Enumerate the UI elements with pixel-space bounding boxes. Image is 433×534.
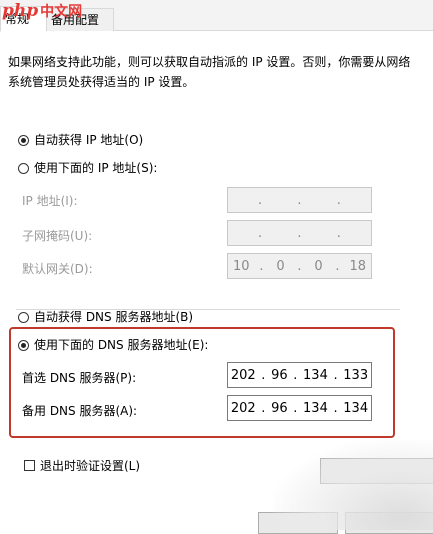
alternate-dns-field[interactable]: 202. 96. 134. 134 <box>227 395 372 421</box>
logo-site-name: 中文网 <box>40 4 83 20</box>
ip-manual-radio[interactable] <box>18 163 29 174</box>
alternate-octet-1: 202 <box>230 400 256 416</box>
site-logo: php 中文网 <box>2 0 82 22</box>
preferred-dns-label: 首选 DNS 服务器(P): <box>22 371 137 385</box>
dns-manual-radio[interactable] <box>18 340 29 351</box>
gateway-field[interactable]: 10. 0. 0. 18 <box>227 253 372 279</box>
logo-mark: php <box>2 1 39 21</box>
alternate-octet-3: 134 <box>303 400 328 416</box>
preferred-octet-1: 202 <box>230 367 256 383</box>
subnet-mask-label: 子网掩码(U): <box>22 229 93 243</box>
description-text: 如果网络支持此功能，则可以获取自动指派的 IP 设置。否则，你需要从网络系统管理… <box>8 55 411 89</box>
ip-address-label: IP 地址(I): <box>22 194 78 208</box>
gateway-octet-2: 0 <box>276 258 285 274</box>
alternate-dns-label: 备用 DNS 服务器(A): <box>22 404 138 418</box>
ip-manual-label[interactable]: 使用下面的 IP 地址(S): <box>34 159 157 176</box>
preferred-octet-3: 134 <box>303 367 328 383</box>
gateway-octet-3: 0 <box>314 258 323 274</box>
dns-manual-label[interactable]: 使用下面的 DNS 服务器地址(E): <box>34 336 208 353</box>
preferred-octet-4: 133 <box>343 367 369 383</box>
ip-auto-radio[interactable] <box>18 135 29 146</box>
dns-auto-radio[interactable] <box>18 312 29 323</box>
gateway-octet-4: 18 <box>349 258 366 274</box>
gateway-label: 默认网关(D): <box>22 262 93 276</box>
gateway-octet-1: 10 <box>232 258 250 274</box>
corner-watermark-blur <box>273 440 433 530</box>
preferred-dns-field[interactable]: 202. 96. 134. 133 <box>227 362 372 388</box>
alternate-octet-4: 134 <box>343 400 369 416</box>
preferred-octet-2: 96 <box>271 367 288 383</box>
validate-label[interactable]: 退出时验证设置(L) <box>40 457 140 474</box>
validate-checkbox[interactable] <box>24 460 35 471</box>
subnet-mask-field[interactable]: . . . <box>227 220 372 246</box>
ip-auto-label[interactable]: 自动获得 IP 地址(O) <box>34 131 143 148</box>
ip-address-field[interactable]: . . . <box>227 187 372 213</box>
alternate-octet-2: 96 <box>271 400 288 416</box>
dns-auto-label[interactable]: 自动获得 DNS 服务器地址(B) <box>34 308 193 325</box>
